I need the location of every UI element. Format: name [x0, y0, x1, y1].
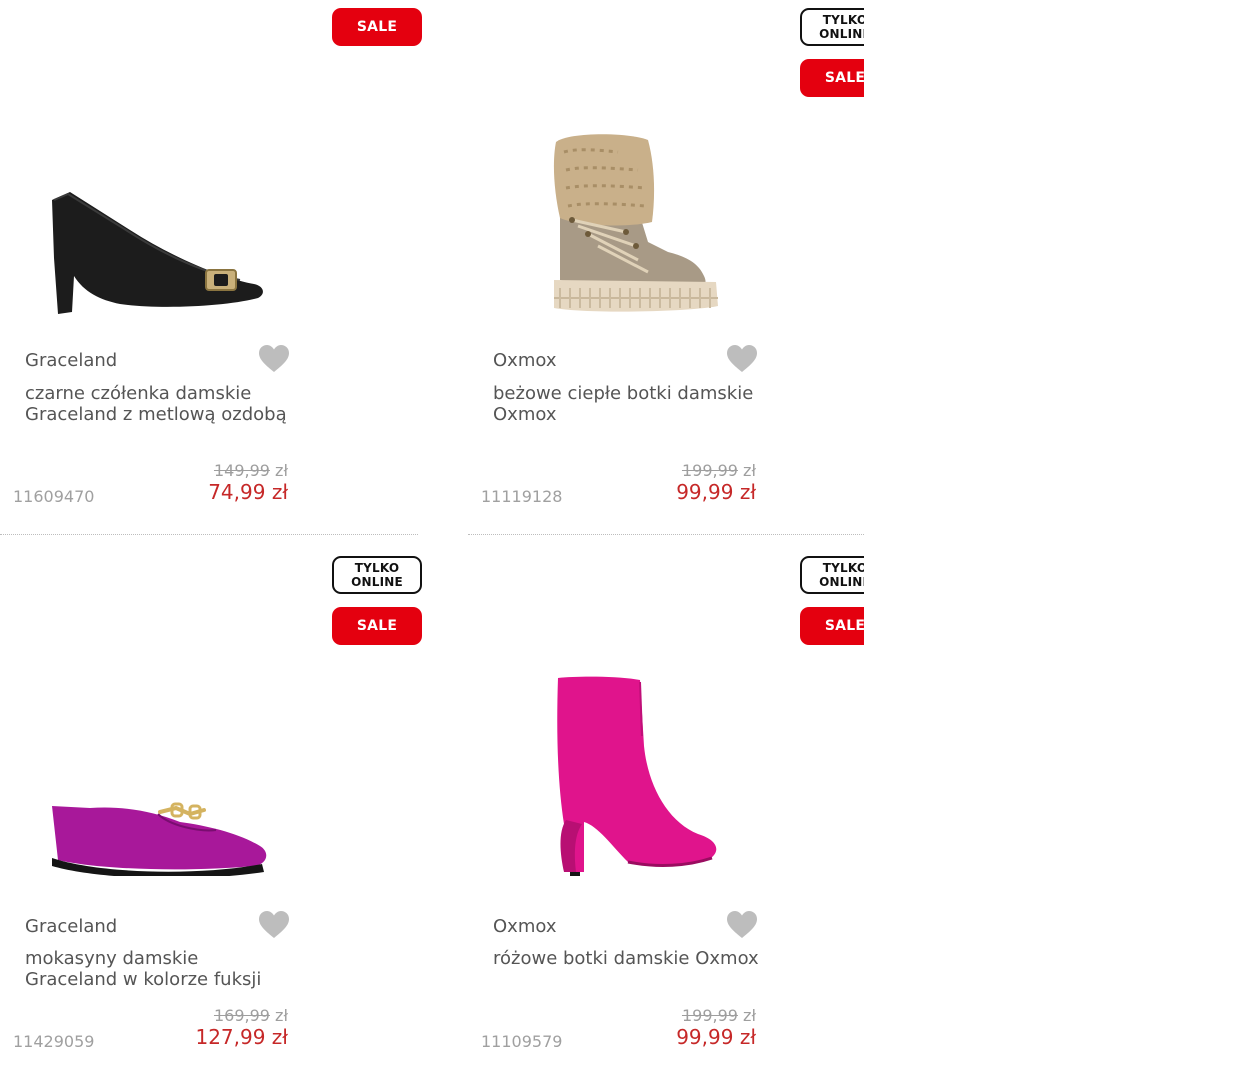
sale-price: 74,99 zł	[208, 480, 288, 504]
beige-fur-boot-icon	[553, 134, 718, 312]
sale-price: 99,99 zł	[676, 480, 756, 504]
product-card[interactable]: SALE Graceland czarne czółenka damskie G…	[0, 0, 422, 536]
product-card[interactable]: TYLKO ONLINE SALE Oxmox różowe botki dam…	[468, 536, 864, 1066]
old-price: 199,99 zł	[682, 461, 756, 480]
product-brand: Graceland	[25, 916, 118, 937]
old-price-currency: zł	[275, 461, 288, 480]
old-price-currency: zł	[743, 1006, 756, 1025]
wishlist-heart-icon[interactable]	[726, 344, 758, 374]
wishlist-heart-icon[interactable]	[258, 910, 290, 940]
sale-badge: SALE	[332, 607, 422, 645]
product-brand: Oxmox	[493, 916, 557, 937]
product-title[interactable]: różowe botki damskie Oxmox	[493, 948, 763, 970]
product-sku: 11609470	[13, 487, 95, 506]
product-card[interactable]: TYLKO ONLINE SALE Oxmox beżowe ciepłe bo…	[468, 0, 864, 536]
product-image[interactable]	[508, 122, 748, 322]
old-price: 199,99 zł	[682, 1006, 756, 1025]
product-sku: 11119128	[481, 487, 563, 506]
product-brand: Oxmox	[493, 350, 557, 371]
product-sku: 11429059	[13, 1032, 95, 1051]
pink-ankle-boot-icon	[557, 676, 717, 876]
product-grid: SALE Graceland czarne czółenka damskie G…	[0, 0, 864, 1068]
sale-badge: SALE	[800, 59, 864, 97]
old-price-amount: 199,99	[681, 1006, 738, 1025]
sale-price: 99,99 zł	[676, 1025, 756, 1049]
row-divider	[468, 534, 864, 535]
old-price-currency: zł	[743, 461, 756, 480]
online-only-badge: TYLKO ONLINE	[332, 556, 422, 594]
online-only-badge: TYLKO ONLINE	[800, 8, 864, 46]
fuchsia-loafer-icon	[52, 802, 267, 876]
product-title[interactable]: beżowe ciepłe botki damskie Oxmox	[493, 383, 763, 425]
product-sku: 11109579	[481, 1032, 563, 1051]
online-only-badge: TYLKO ONLINE	[800, 556, 864, 594]
old-price-amount: 149,99	[213, 461, 270, 480]
old-price-amount: 169,99	[213, 1006, 270, 1025]
black-pump-heel-icon	[52, 192, 263, 314]
product-title[interactable]: czarne czółenka damskie Graceland z metl…	[25, 383, 295, 425]
sale-badge: SALE	[332, 8, 422, 46]
old-price: 169,99 zł	[214, 1006, 288, 1025]
sale-badge: SALE	[800, 607, 864, 645]
wishlist-heart-icon[interactable]	[258, 344, 290, 374]
wishlist-heart-icon[interactable]	[726, 910, 758, 940]
product-brand: Graceland	[25, 350, 118, 371]
product-image[interactable]	[508, 676, 748, 876]
product-image[interactable]	[40, 676, 280, 876]
product-title[interactable]: mokasyny damskie Graceland w kolorze fuk…	[25, 948, 295, 990]
old-price-amount: 199,99	[681, 461, 738, 480]
product-card[interactable]: TYLKO ONLINE SALE Graceland mokasyny dam…	[0, 536, 422, 1066]
product-image[interactable]	[40, 122, 280, 322]
sale-price: 127,99 zł	[195, 1025, 288, 1049]
old-price: 149,99 zł	[214, 461, 288, 480]
row-divider	[0, 534, 418, 535]
old-price-currency: zł	[275, 1006, 288, 1025]
